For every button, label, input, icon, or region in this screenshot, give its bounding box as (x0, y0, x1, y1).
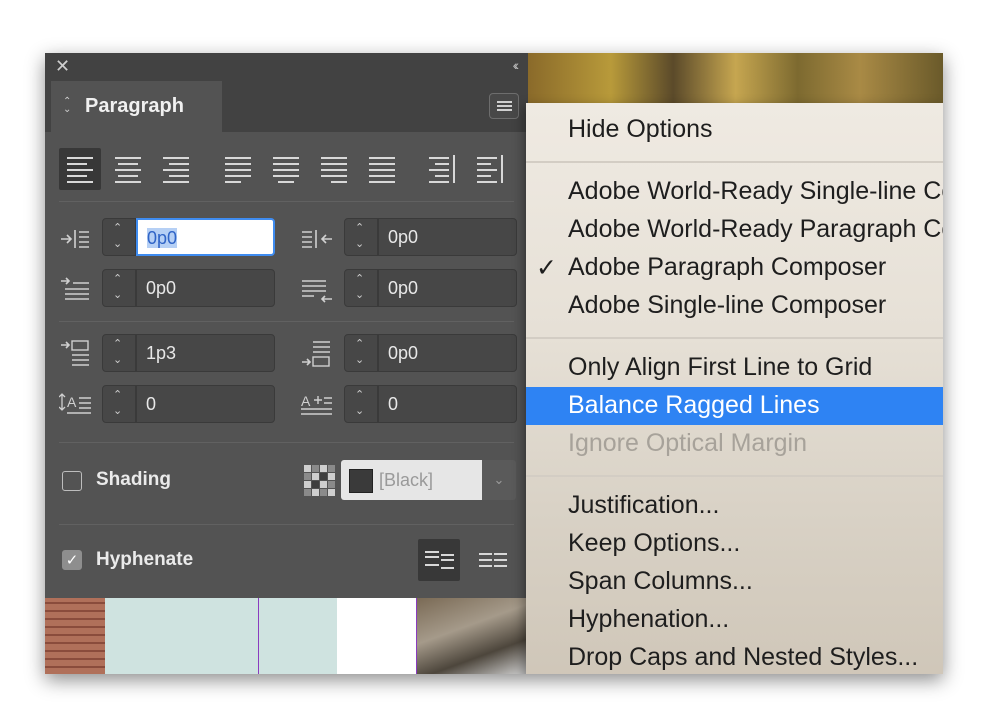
expand-collapse-icon[interactable]: ⌃ ⌄ (63, 97, 71, 115)
menu-separator (526, 337, 943, 339)
align-right-button[interactable] (155, 148, 197, 190)
justify-center-button[interactable] (265, 148, 307, 190)
right-indent-input[interactable]: 0p0 (378, 218, 517, 256)
align-away-from-spine-button[interactable] (471, 148, 513, 190)
background-text-frame (105, 598, 337, 674)
menu-separator (526, 161, 943, 163)
menu-item-world-ready-single-line[interactable]: Adobe World-Ready Single-line Composer (526, 173, 943, 211)
hyphenate-checkbox[interactable]: ✓ (62, 550, 82, 570)
menu-item-justification[interactable]: Justification... (526, 487, 943, 525)
do-not-align-to-baseline-grid-button[interactable] (418, 539, 460, 581)
space-before-input[interactable]: 1p3 (136, 334, 275, 372)
justify-left-button[interactable] (217, 148, 259, 190)
divider (59, 524, 514, 525)
drop-cap-characters-icon: A (300, 390, 334, 420)
align-center-button[interactable] (107, 148, 149, 190)
column-guide (258, 598, 259, 674)
align-towards-spine-button[interactable] (423, 148, 465, 190)
menu-item-world-ready-paragraph[interactable]: Adobe World-Ready Paragraph Composer (526, 211, 943, 249)
drop-cap-characters-stepper[interactable]: ⌃ ⌄ (344, 385, 378, 423)
shading-checkbox[interactable] (62, 471, 82, 491)
background-page-area (337, 598, 417, 674)
left-indent-stepper[interactable]: ⌃ ⌄ (102, 218, 136, 256)
menu-item-hyphenation[interactable]: Hyphenation... (526, 601, 943, 639)
menu-item-single-line-composer[interactable]: Adobe Single-line Composer (526, 287, 943, 325)
space-after-icon (300, 339, 334, 369)
left-indent-input[interactable]: 0p0 (136, 218, 275, 256)
checkmark-icon: ✓ (536, 254, 557, 282)
space-before-stepper[interactable]: ⌃ ⌄ (102, 334, 136, 372)
align-to-baseline-grid-button[interactable] (472, 539, 514, 581)
shading-label: Shading (96, 469, 171, 490)
swatch-grid-icon[interactable] (304, 465, 335, 496)
menu-item-span-columns[interactable]: Span Columns... (526, 563, 943, 601)
first-line-indent-stepper[interactable]: ⌃ ⌄ (102, 269, 136, 307)
panel-menu-button[interactable] (489, 93, 519, 119)
color-swatch (349, 469, 373, 493)
last-line-indent-stepper[interactable]: ⌃ ⌄ (344, 269, 378, 307)
svg-text:A: A (67, 394, 77, 410)
menu-item-drop-caps-nested-styles[interactable]: Drop Caps and Nested Styles... (526, 639, 943, 674)
chevron-down-icon[interactable]: ⌄ (482, 460, 516, 500)
align-left-button[interactable] (59, 148, 101, 190)
menu-item-balance-ragged-lines[interactable]: Balance Ragged Lines (526, 387, 943, 425)
right-indent-stepper[interactable]: ⌃ ⌄ (344, 218, 378, 256)
divider (59, 442, 514, 443)
svg-text:A: A (301, 393, 311, 409)
menu-item-hide-options[interactable]: Hide Options (526, 111, 943, 149)
last-line-indent-icon (300, 275, 334, 305)
shading-color-select[interactable]: [Black] (341, 460, 482, 500)
drop-cap-characters-input[interactable]: 0 (378, 385, 517, 423)
justify-right-button[interactable] (313, 148, 355, 190)
drop-cap-lines-icon: A (58, 390, 93, 420)
divider (59, 321, 514, 322)
first-line-indent-input[interactable]: 0p0 (136, 269, 275, 307)
menu-item-ignore-optical-margin: Ignore Optical Margin (568, 429, 808, 457)
menu-item-paragraph-composer[interactable]: ✓ Adobe Paragraph Composer (526, 249, 943, 287)
space-after-stepper[interactable]: ⌃ ⌄ (344, 334, 378, 372)
close-icon[interactable]: ✕ (55, 56, 70, 77)
menu-item-keep-options[interactable]: Keep Options... (526, 525, 943, 563)
panel-titlebar: ✕ ‹‹ (45, 53, 528, 79)
drop-cap-lines-stepper[interactable]: ⌃ ⌄ (102, 385, 136, 423)
space-after-input[interactable]: 0p0 (378, 334, 517, 372)
background-photo-street (417, 598, 527, 674)
hyphenate-label: Hyphenate (96, 549, 194, 570)
menu-separator (526, 475, 943, 477)
first-line-indent-icon (59, 275, 93, 305)
menu-item-align-first-line-to-grid[interactable]: Only Align First Line to Grid (526, 349, 943, 387)
tab-paragraph[interactable]: ⌃ ⌄ Paragraph (51, 81, 222, 132)
shading-color-value: [Black] (379, 470, 434, 490)
drop-cap-lines-input[interactable]: 0 (136, 385, 275, 423)
space-before-icon (59, 339, 93, 369)
divider (59, 201, 514, 202)
left-indent-icon (59, 224, 93, 254)
background-brick-image (45, 598, 105, 674)
panel-flyout-menu: Hide Options Adobe World-Ready Single-li… (526, 103, 943, 674)
collapse-panel-icon[interactable]: ‹‹ (513, 57, 520, 73)
justify-all-button[interactable] (361, 148, 403, 190)
app-window: ✕ ‹‹ ⌃ ⌄ Paragraph ⌃ ⌄ 0p0 ⌃ ⌄ 0p0 ⌃ ⌄ 0… (45, 53, 943, 674)
last-line-indent-input[interactable]: 0p0 (378, 269, 517, 307)
panel-tab-row: ⌃ ⌄ Paragraph (45, 79, 528, 132)
right-indent-icon (300, 224, 334, 254)
panel-title: Paragraph (85, 95, 184, 117)
paragraph-panel: ✕ ‹‹ ⌃ ⌄ Paragraph ⌃ ⌄ 0p0 ⌃ ⌄ 0p0 ⌃ ⌄ 0… (45, 53, 528, 598)
